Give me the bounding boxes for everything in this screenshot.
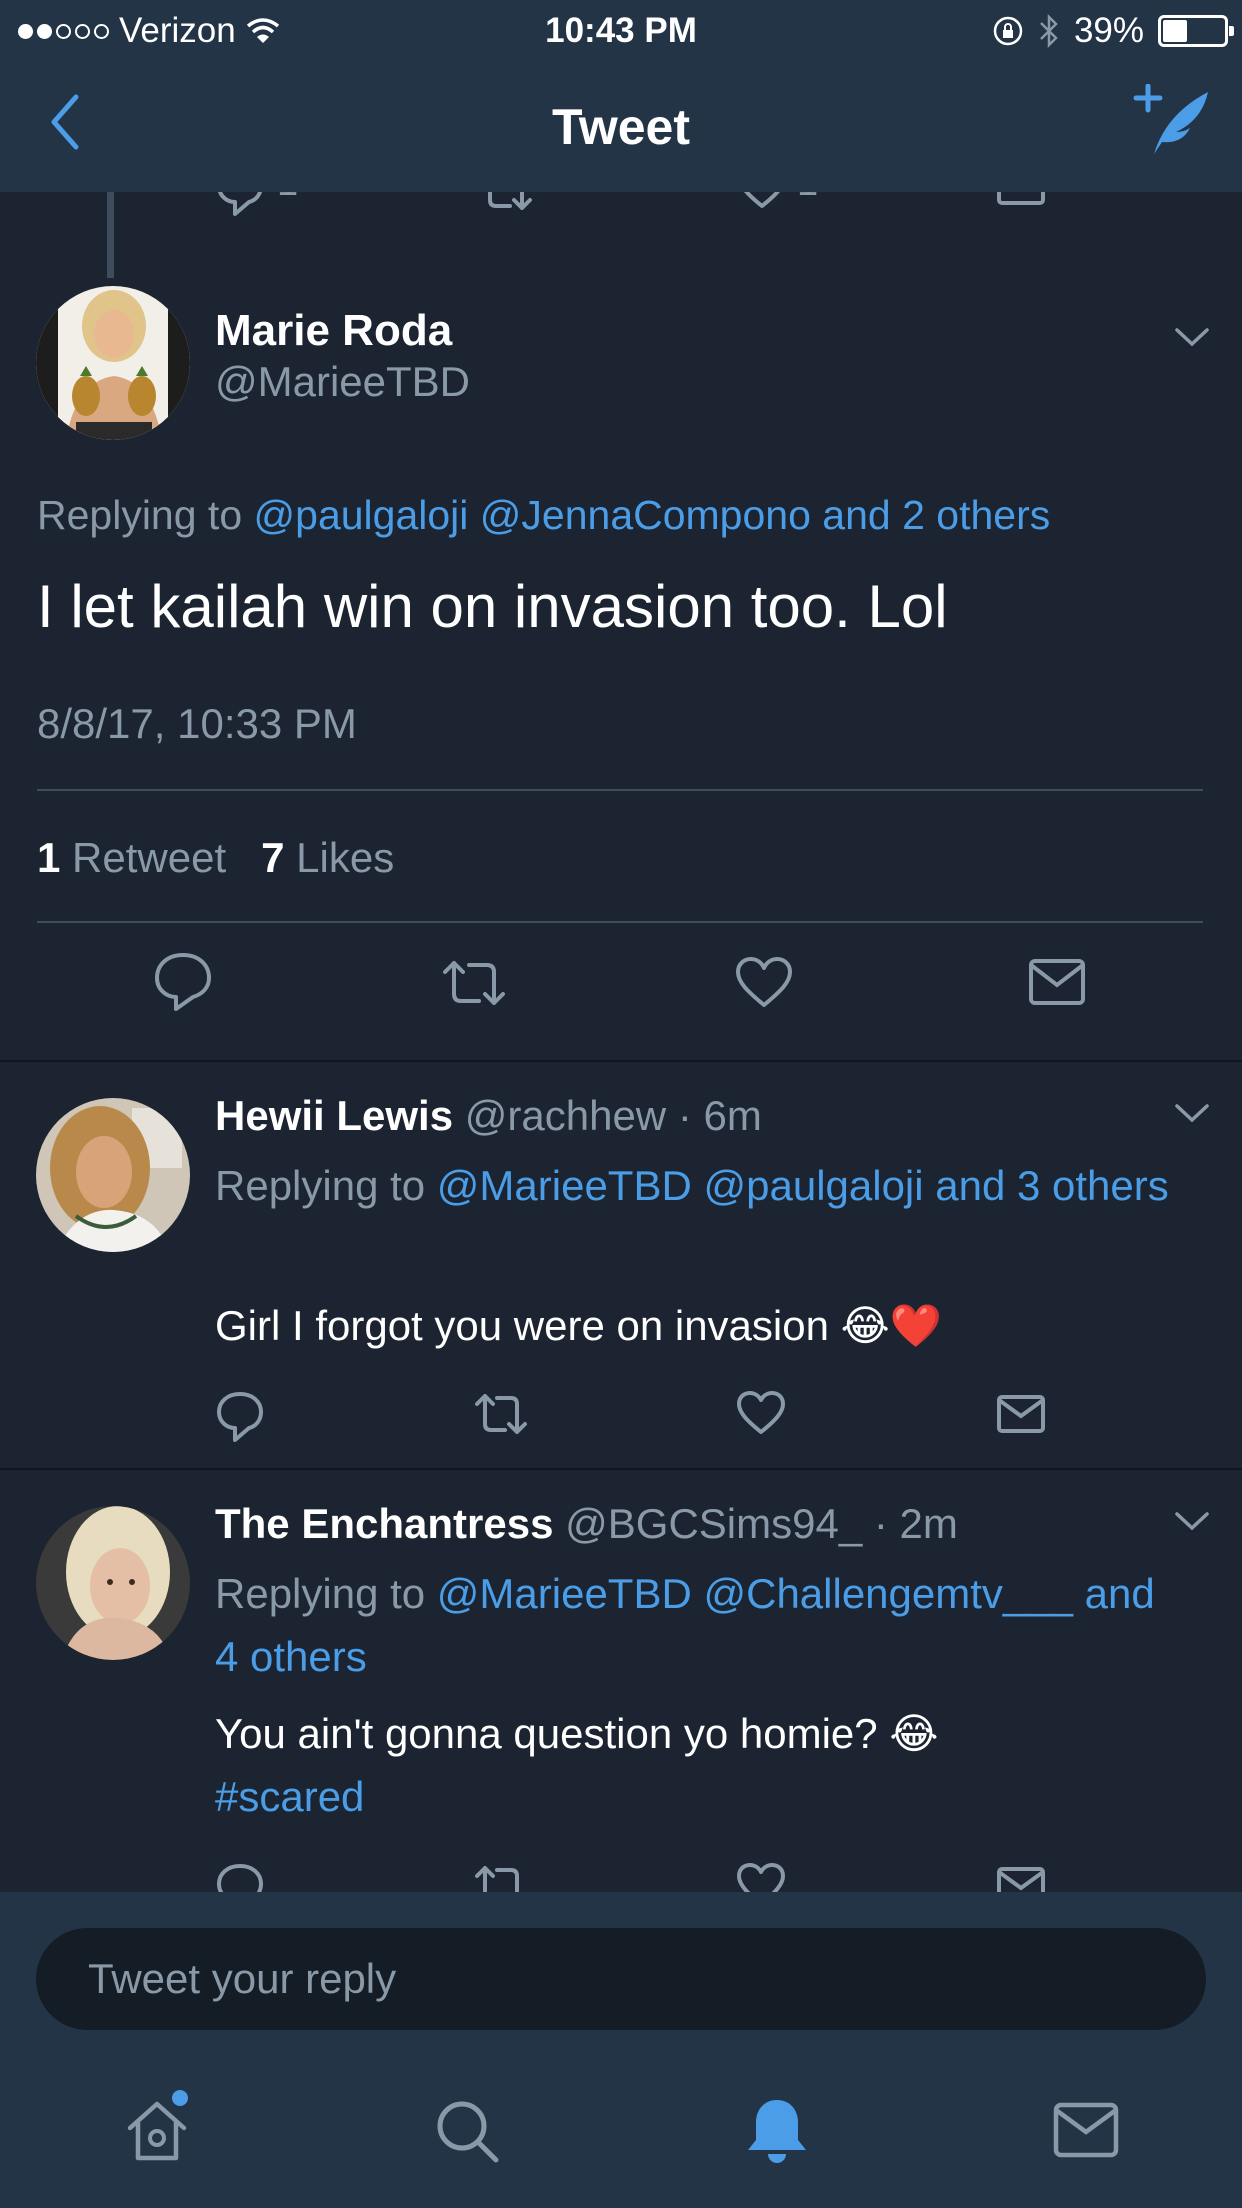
author-name[interactable]: The Enchantress [215, 1500, 553, 1547]
direct-message-icon[interactable] [996, 1866, 1046, 1892]
reply-icon[interactable] [215, 192, 265, 218]
tweet-actions [0, 946, 1242, 1036]
retweet-icon[interactable] [473, 1390, 529, 1438]
retweet-count: 1 [37, 834, 61, 881]
avatar[interactable] [36, 1098, 190, 1252]
chevron-down-icon[interactable] [1174, 1510, 1210, 1532]
like-count: 7 [261, 834, 285, 881]
like-icon[interactable] [736, 1390, 786, 1436]
search-icon[interactable] [432, 2096, 502, 2166]
home-notification-dot [172, 2090, 188, 2106]
status-bar: Verizon 10:43 PM 39% [0, 0, 1242, 62]
author-name[interactable]: Marie Roda [215, 306, 452, 356]
tweet-reply-input[interactable] [36, 1928, 1206, 2030]
replying-to: Replying to @MarieeTBD @Challengemtv___ … [215, 1562, 1175, 1688]
direct-message-icon[interactable] [1028, 958, 1086, 1006]
main-tweet: Marie Roda @MarieeTBD Replying to @paulg… [0, 286, 1242, 1056]
author-name[interactable]: Hewii Lewis [215, 1092, 453, 1139]
reply-time: · 2m [873, 1500, 958, 1547]
battery-percent: 39% [1073, 11, 1144, 50]
reply-actions [0, 1382, 1242, 1452]
reply-count: 1 [277, 192, 298, 205]
divider [37, 921, 1203, 923]
tweet-detail-scroll[interactable]: 1 1 [0, 192, 1242, 1892]
like-icon[interactable] [737, 192, 787, 210]
status-indicators: 39% [992, 11, 1234, 51]
replying-prefix: Replying to [37, 492, 243, 538]
hashtag-link[interactable]: #scared [215, 1765, 1175, 1828]
author-handle[interactable]: @rachhew [465, 1092, 666, 1139]
nav-bar: Tweet [0, 62, 1242, 192]
replying-to: Replying to @MarieeTBD @paulgaloji and 3… [215, 1154, 1175, 1217]
avatar[interactable] [36, 1506, 190, 1660]
chevron-down-icon[interactable] [1174, 1102, 1210, 1124]
reply-actions [0, 1854, 1242, 1892]
battery-icon [1158, 15, 1234, 47]
reply-header: The Enchantress @BGCSims94_ · 2m [215, 1500, 958, 1548]
reply-tweet[interactable]: Hewii Lewis @rachhew · 6m Replying to @M… [0, 1062, 1242, 1466]
reply-text-block: You ain't gonna question yo homie? 😂 #sc… [215, 1702, 1175, 1828]
replying-prefix: Replying to [215, 1570, 426, 1617]
notifications-icon[interactable] [742, 2096, 812, 2168]
compose-tweet-button[interactable] [1132, 84, 1212, 160]
chevron-down-icon[interactable] [1174, 326, 1210, 348]
reply-time: · 6m [677, 1092, 762, 1139]
avatar[interactable] [36, 286, 190, 440]
bluetooth-icon [1040, 14, 1058, 48]
like-count: 1 [797, 192, 818, 205]
tab-bar [0, 2052, 1242, 2208]
reply-icon[interactable] [153, 951, 213, 1013]
author-handle[interactable]: @BGCSims94_ [565, 1500, 862, 1547]
reply-header: Hewii Lewis @rachhew · 6m [215, 1092, 762, 1140]
like-label: Likes [296, 834, 395, 881]
reply-text: Girl I forgot you were on invasion 😂❤️ [215, 1302, 943, 1349]
messages-icon[interactable] [1053, 2102, 1119, 2158]
reply-composer-bar [0, 1892, 1242, 2052]
page-title: Tweet [552, 99, 690, 155]
divider [37, 789, 1203, 791]
direct-message-icon[interactable] [996, 1394, 1046, 1434]
like-icon[interactable] [735, 956, 793, 1010]
reply-icon[interactable] [215, 1860, 265, 1892]
reply-tweet[interactable]: The Enchantress @BGCSims94_ · 2m Replyin… [0, 1470, 1242, 1892]
reply-text: You ain't gonna question yo homie? 😂 [215, 1710, 939, 1757]
reply-icon[interactable] [215, 1388, 265, 1444]
engagement-stats[interactable]: 1 Retweet 7 Likes [37, 834, 394, 882]
author-handle[interactable]: @MarieeTBD [215, 358, 470, 406]
like-icon[interactable] [736, 1862, 786, 1892]
retweet-icon[interactable] [478, 192, 534, 214]
retweet-icon[interactable] [441, 956, 507, 1010]
direct-message-icon[interactable] [996, 192, 1046, 206]
replying-to-mentions[interactable]: @paulgaloji @JennaCompono and 2 others [254, 492, 1051, 538]
retweet-label: Retweet [72, 834, 227, 881]
home-icon[interactable] [122, 2096, 192, 2166]
replying-to-mentions[interactable]: @MarieeTBD @paulgaloji and 3 others [437, 1162, 1169, 1209]
replying-prefix: Replying to [215, 1162, 426, 1209]
replying-to: Replying to @paulgaloji @JennaCompono an… [37, 492, 1050, 539]
orientation-lock-icon [993, 16, 1023, 46]
retweet-icon[interactable] [473, 1862, 529, 1892]
tweet-text: I let kailah win on invasion too. Lol [37, 573, 948, 640]
previous-tweet-actions: 1 1 [0, 192, 1242, 222]
tweet-timestamp: 8/8/17, 10:33 PM [37, 700, 357, 747]
